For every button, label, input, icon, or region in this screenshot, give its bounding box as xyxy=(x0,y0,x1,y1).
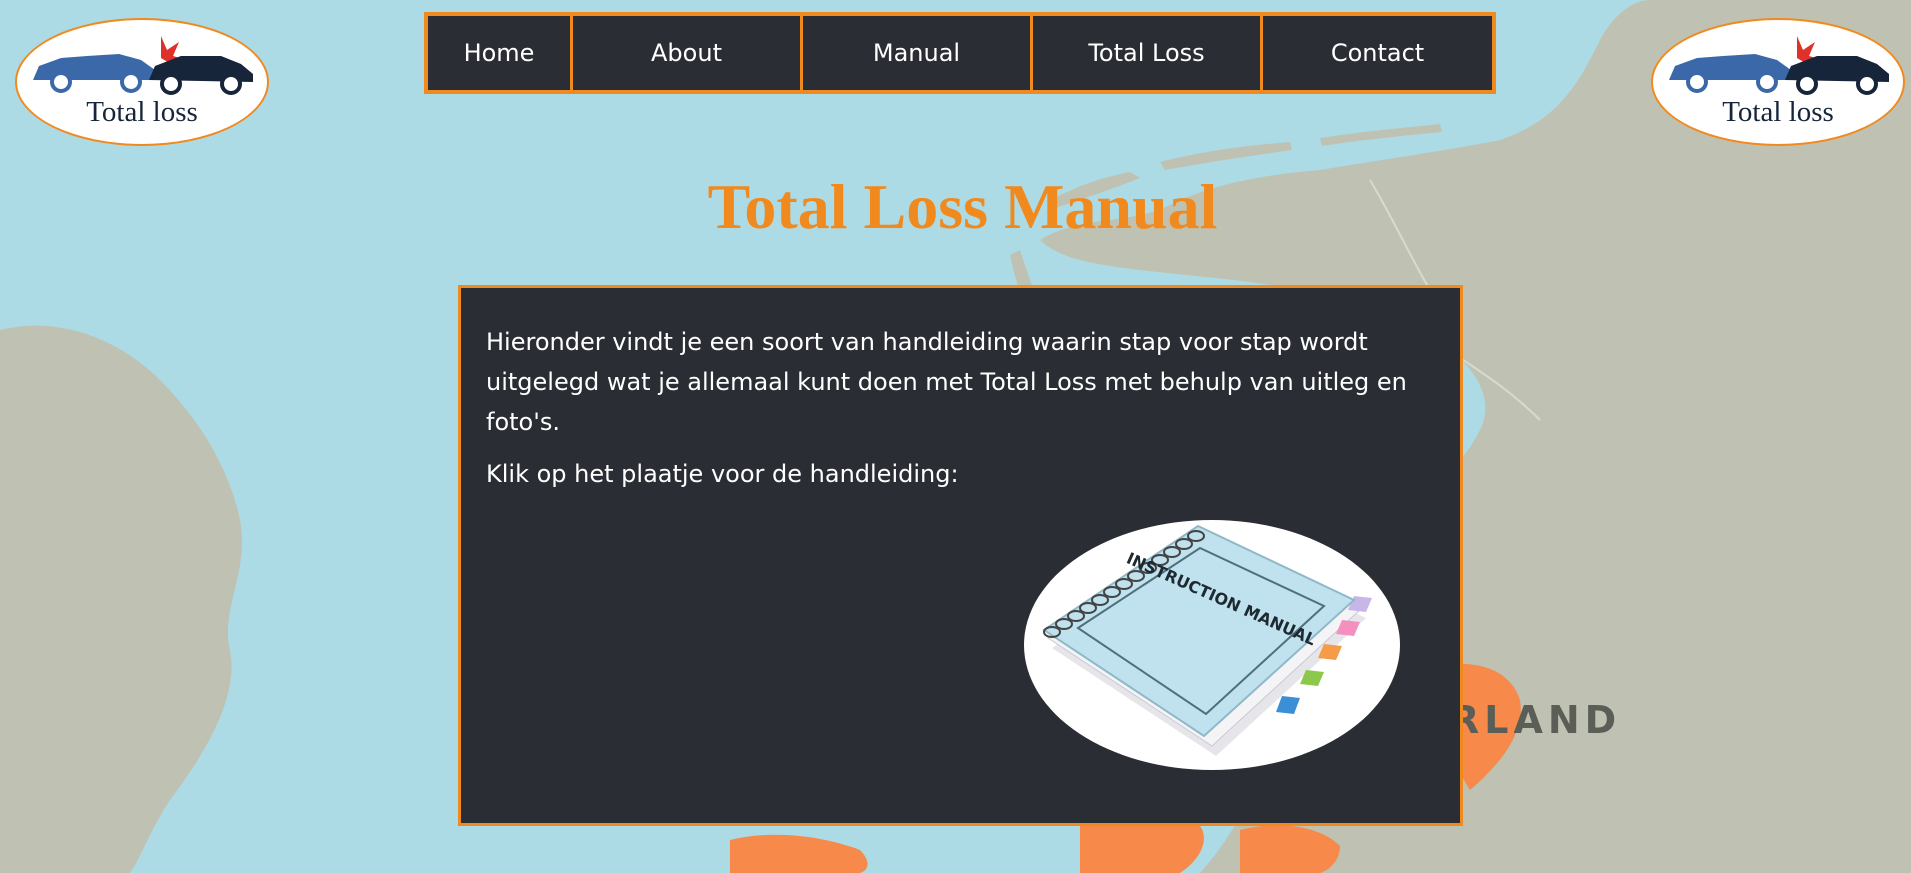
nav-home[interactable]: Home xyxy=(428,16,573,90)
logo-right[interactable]: Total loss xyxy=(1651,18,1905,146)
nav-contact[interactable]: Contact xyxy=(1263,16,1492,90)
nav-total-loss[interactable]: Total Loss xyxy=(1033,16,1263,90)
logo-text: Total loss xyxy=(86,96,198,128)
main-nav: Home About Manual Total Loss Contact xyxy=(424,12,1496,94)
logo-text: Total loss xyxy=(1722,96,1834,128)
click-hint-text: Klik op het plaatje voor de handleiding: xyxy=(486,460,959,488)
logo-left[interactable]: Total loss xyxy=(15,18,269,146)
instruction-manual-image: INSTRUCTION MANUAL xyxy=(1042,524,1372,756)
intro-text: Hieronder vindt je een soort van handlei… xyxy=(486,328,1407,436)
crash-cars-icon xyxy=(33,36,253,95)
nav-about[interactable]: About xyxy=(573,16,803,90)
content-panel: Hieronder vindt je een soort van handlei… xyxy=(458,285,1463,826)
manual-image-link[interactable]: INSTRUCTION MANUAL xyxy=(1024,520,1400,770)
nav-manual[interactable]: Manual xyxy=(803,16,1033,90)
crash-cars-icon xyxy=(1669,36,1889,95)
map-country-label: RLAND xyxy=(1450,698,1621,742)
page-title: Total Loss Manual xyxy=(707,171,1218,242)
